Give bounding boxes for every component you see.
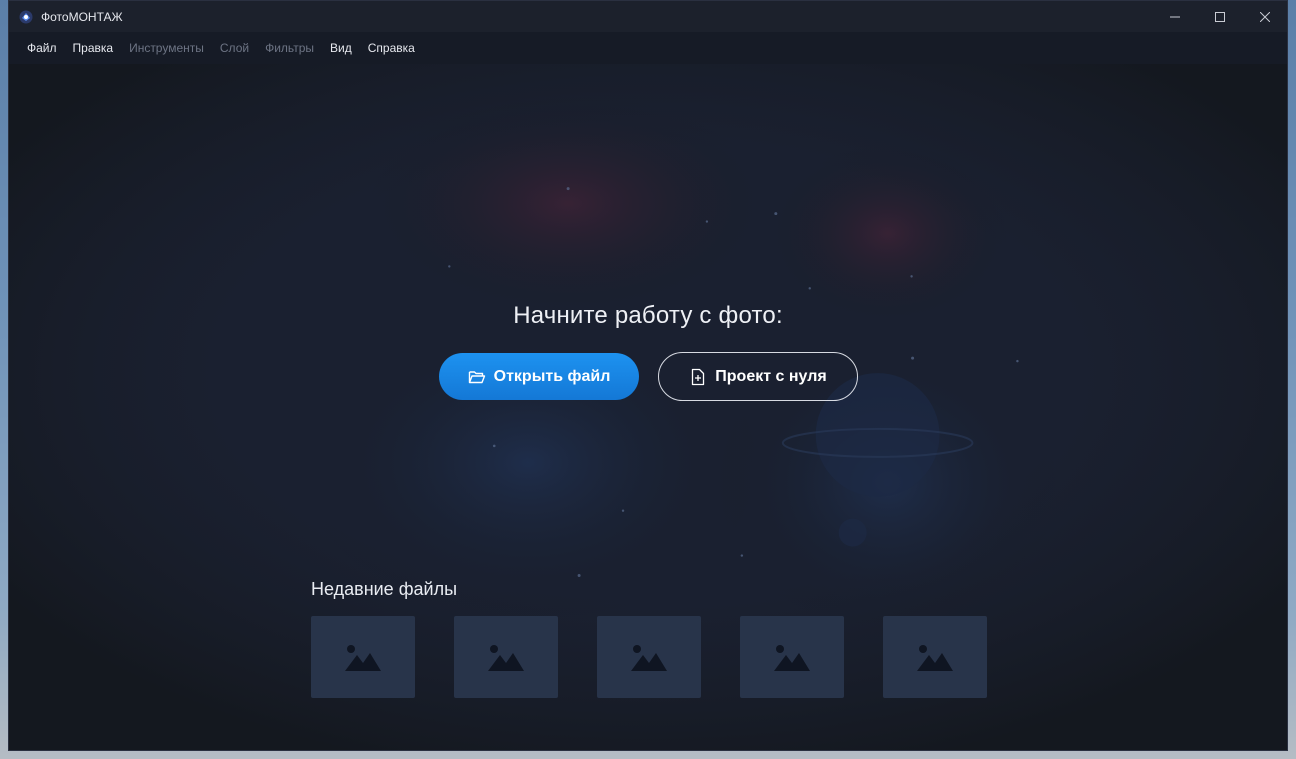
close-button[interactable] bbox=[1242, 1, 1287, 32]
image-placeholder-icon bbox=[917, 645, 953, 671]
app-logo-icon bbox=[19, 10, 33, 24]
recent-file-thumbnail[interactable] bbox=[740, 616, 844, 698]
close-icon bbox=[1259, 11, 1270, 22]
new-file-icon bbox=[689, 368, 707, 386]
minimize-button[interactable] bbox=[1152, 1, 1197, 32]
image-placeholder-icon bbox=[345, 645, 381, 671]
title-bar[interactable]: ФотоМОНТАЖ bbox=[9, 1, 1287, 32]
menu-tools[interactable]: Инструменты bbox=[121, 32, 212, 64]
menu-bar: Файл Правка Инструменты Слой Фильтры Вид… bbox=[9, 32, 1287, 64]
window-title: ФотоМОНТАЖ bbox=[41, 9, 123, 24]
start-title: Начните работу с фото: bbox=[513, 302, 783, 329]
recent-file-thumbnail[interactable] bbox=[454, 616, 558, 698]
app-window: ФотоМОНТАЖ Файл Правка Инструменты Слой … bbox=[8, 0, 1288, 751]
new-project-label: Проект с нуля bbox=[715, 367, 827, 385]
maximize-icon bbox=[1214, 11, 1225, 22]
image-placeholder-icon bbox=[774, 645, 810, 671]
open-file-button[interactable]: Открыть файл bbox=[439, 353, 639, 400]
recent-file-thumbnail[interactable] bbox=[883, 616, 987, 698]
minimize-icon bbox=[1169, 16, 1180, 17]
image-placeholder-icon bbox=[631, 645, 667, 671]
recent-files-title: Недавние файлы bbox=[311, 579, 458, 599]
menu-edit[interactable]: Правка bbox=[65, 32, 122, 64]
start-screen: Начните работу с фото: Открыть файл Прое… bbox=[9, 64, 1287, 750]
menu-layer[interactable]: Слой bbox=[212, 32, 257, 64]
recent-file-thumbnail[interactable] bbox=[597, 616, 701, 698]
menu-filters[interactable]: Фильтры bbox=[257, 32, 322, 64]
new-project-button[interactable]: Проект с нуля bbox=[658, 352, 858, 401]
recent-files-list bbox=[311, 616, 987, 698]
menu-file[interactable]: Файл bbox=[19, 32, 65, 64]
window-controls bbox=[1152, 1, 1287, 32]
menu-view[interactable]: Вид bbox=[322, 32, 360, 64]
folder-open-icon bbox=[468, 368, 486, 386]
image-placeholder-icon bbox=[488, 645, 524, 671]
maximize-button[interactable] bbox=[1197, 1, 1242, 32]
recent-file-thumbnail[interactable] bbox=[311, 616, 415, 698]
menu-help[interactable]: Справка bbox=[360, 32, 423, 64]
open-file-label: Открыть файл bbox=[493, 367, 611, 385]
